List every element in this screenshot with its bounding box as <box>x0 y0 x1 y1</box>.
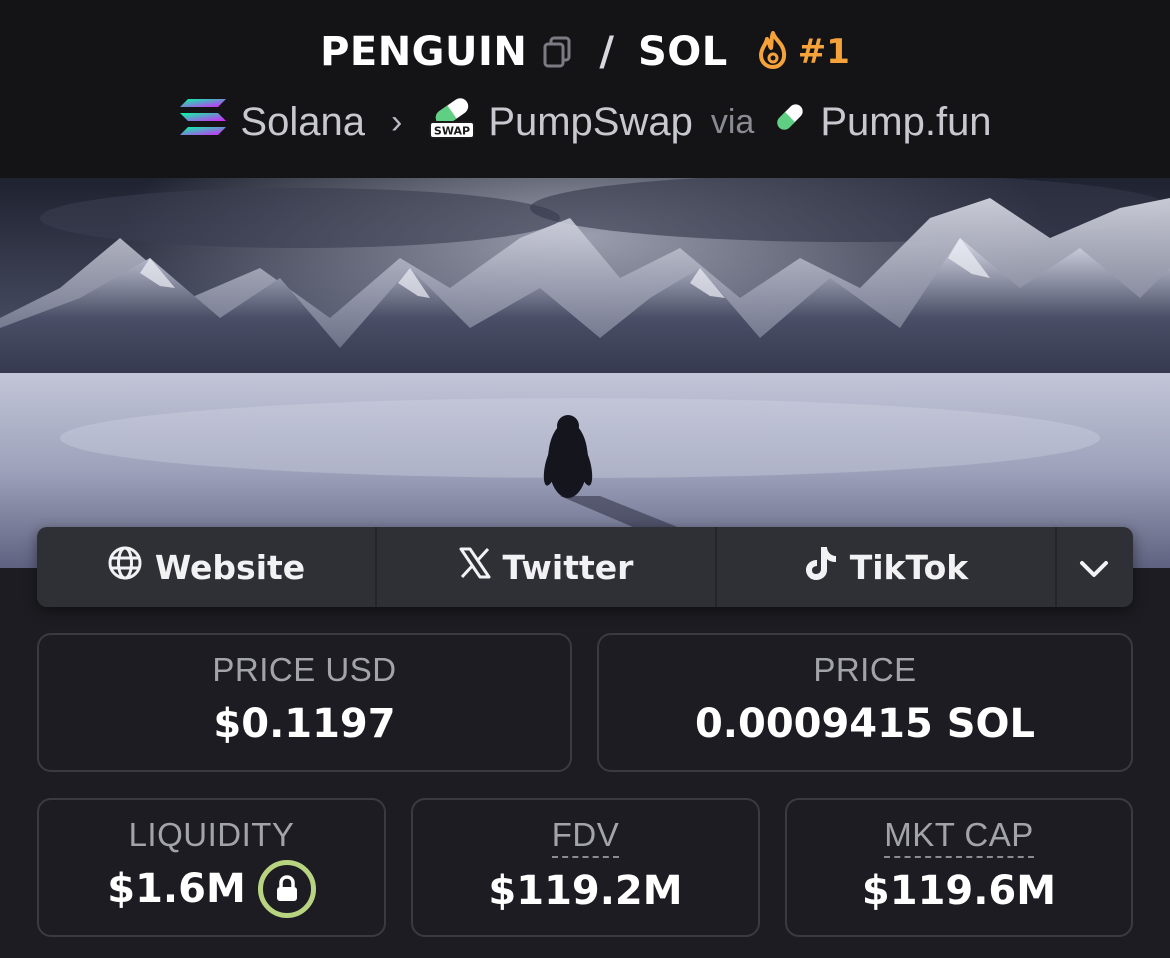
liquidity-value: $1.6M <box>107 866 246 912</box>
pair-title: PENGUIN / SOL #1 <box>0 22 1170 82</box>
twitter-button[interactable]: Twitter <box>377 527 717 607</box>
breadcrumb: Solana › SWAP PumpSwap via Pump.fun <box>0 96 1170 148</box>
pair-separator: / <box>599 29 614 75</box>
solana-icon <box>178 97 228 147</box>
website-button[interactable]: Website <box>37 527 377 607</box>
lock-icon[interactable] <box>257 860 316 918</box>
tiktok-label: TikTok <box>849 547 969 587</box>
tiktok-button[interactable]: TikTok <box>717 527 1057 607</box>
flame-icon <box>756 30 790 74</box>
fdv-label[interactable]: FDV <box>551 816 620 858</box>
penguin-mountains-image <box>0 178 1170 568</box>
twitter-label: Twitter <box>502 547 634 587</box>
trending-rank[interactable]: #1 <box>756 30 850 74</box>
mkt-cap-label[interactable]: MKT CAP <box>884 816 1034 858</box>
fdv-card: FDV $119.2M <box>411 798 760 937</box>
chevron-down-icon <box>1078 548 1110 587</box>
base-symbol: PENGUIN <box>320 29 528 75</box>
tiktok-icon <box>804 544 838 590</box>
globe-icon <box>107 545 143 589</box>
breadcrumb-chain[interactable]: Solana <box>240 100 365 145</box>
via-label: via <box>710 102 755 141</box>
price-native-card: PRICE 0.0009415 SOL <box>597 633 1133 772</box>
pair-header: PENGUIN / SOL #1 Solana › SWAP PumpSwap … <box>0 0 1170 178</box>
liquidity-label: LIQUIDITY <box>128 816 295 853</box>
swap-badge-text: SWAP <box>434 125 470 138</box>
pumpswap-icon: SWAP <box>428 94 476 150</box>
breadcrumb-dex[interactable]: PumpSwap <box>488 100 693 145</box>
quote-symbol: SOL <box>637 29 728 75</box>
x-logo-icon <box>459 547 491 587</box>
fdv-value: $119.2M <box>488 868 683 914</box>
website-label: Website <box>154 547 306 587</box>
chevron-right-icon: › <box>390 102 403 141</box>
copy-icon[interactable] <box>541 35 575 69</box>
rank-label: #1 <box>797 32 850 72</box>
liquidity-card: LIQUIDITY $1.6M <box>37 798 386 937</box>
pump-fun-icon <box>772 99 808 145</box>
liquidity-row: $1.6M <box>39 860 384 918</box>
price-usd-card: PRICE USD $0.1197 <box>37 633 572 772</box>
social-links-bar: Website Twitter TikTok <box>37 527 1133 607</box>
token-banner <box>0 178 1170 568</box>
price-usd-label: PRICE USD <box>212 651 397 688</box>
price-native-label: PRICE <box>813 651 917 688</box>
mkt-cap-value: $119.6M <box>861 868 1057 914</box>
mkt-cap-card: MKT CAP $119.6M <box>785 798 1133 937</box>
price-usd-value: $0.1197 <box>213 701 396 747</box>
more-links-button[interactable] <box>1057 527 1131 607</box>
price-native-value: 0.0009415 SOL <box>694 701 1036 747</box>
breadcrumb-launchpad[interactable]: Pump.fun <box>820 100 991 145</box>
